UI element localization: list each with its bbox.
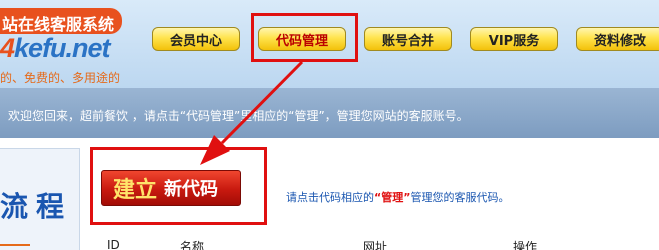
logo-slogan: 站在线客服系统 <box>0 8 123 34</box>
table-header-url: 网址 <box>363 240 388 250</box>
logo[interactable]: 4kefu.net <box>0 33 111 64</box>
code-hint: 请点击代码相应的“管理”管理您的客服代码。 <box>286 189 509 205</box>
side-panel: 流程 <box>0 148 80 250</box>
page: 站在线客服系统 4kefu.net 的、免费的、多用途的 会员中心 代码管理 账… <box>0 0 659 250</box>
welcome-bar: 欢迎您回来，超前餐饮 ，请点击“代码管理”里相应的“管理”，管理您网站的客服账号… <box>0 88 659 138</box>
hint-after: 管理您的客服代码。 <box>410 191 510 204</box>
logo-number: 4 <box>0 33 15 63</box>
header: 站在线客服系统 4kefu.net 的、免费的、多用途的 会员中心 代码管理 账… <box>0 0 659 88</box>
nav-member-center-button[interactable]: 会员中心 <box>152 27 240 51</box>
create-button-main-label: 建立 <box>113 178 158 203</box>
create-new-code-button[interactable]: 建立 新代码 <box>101 170 241 206</box>
create-button-sub-label: 新代码 <box>164 179 219 200</box>
side-divider <box>0 244 30 246</box>
table-header-name: 名称 <box>180 240 205 250</box>
logo-tagline: 的、免费的、多用途的 <box>0 71 121 85</box>
welcome-message: 欢迎您回来，超前餐饮 ，请点击“代码管理”里相应的“管理”，管理您网站的客服账号… <box>8 109 469 123</box>
table-header-operation: 操作 <box>513 240 538 250</box>
nav-profile-edit-button[interactable]: 资料修改 <box>576 27 659 51</box>
table-header-id: ID <box>107 238 120 250</box>
logo-domain: kefu.net <box>14 33 111 63</box>
side-title: 流程 <box>0 190 73 223</box>
hint-before: 请点击代码相应的 <box>286 191 374 204</box>
nav-account-merge-button[interactable]: 账号合并 <box>364 27 452 51</box>
highlight-box-nav <box>251 13 358 62</box>
hint-emphasis: “管理” <box>374 191 411 204</box>
nav-vip-service-button[interactable]: VIP服务 <box>470 27 558 51</box>
